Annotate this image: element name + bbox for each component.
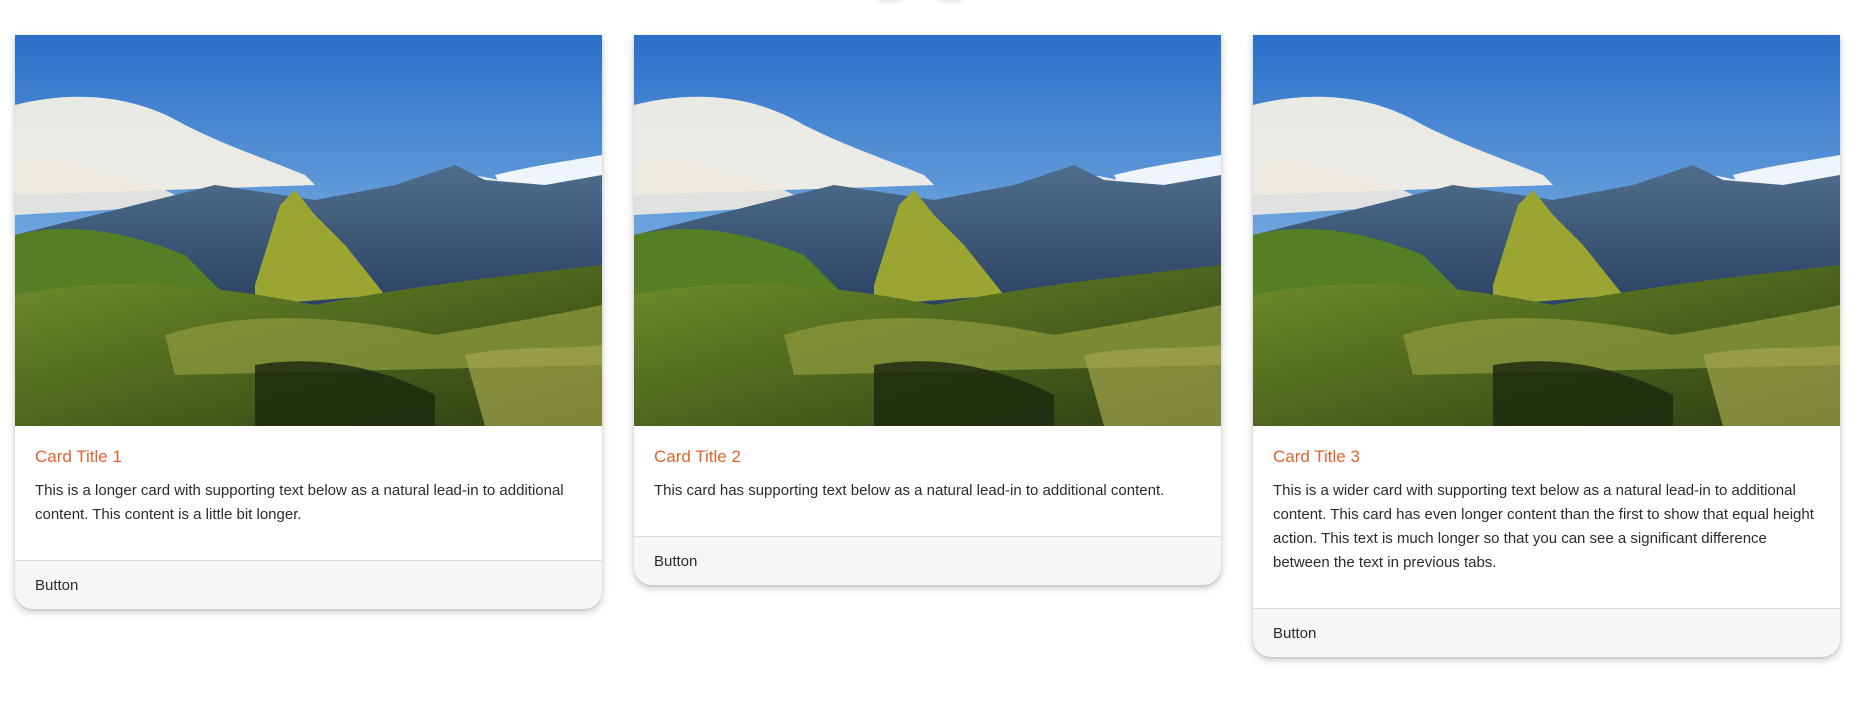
card-text: This card has supporting text below as a… <box>654 482 1165 499</box>
card-body-1: Card Title 1 This is a longer card with … <box>15 426 602 560</box>
card-button-2[interactable]: Button <box>654 553 697 570</box>
card-image-1 <box>15 35 602 426</box>
card-title: Card Title 2 <box>654 447 741 466</box>
card-button-1[interactable]: Button <box>35 577 78 594</box>
card-footer-3: Button <box>1253 608 1840 657</box>
card-3: Card Title 3 This is a wider card with s… <box>1253 35 1840 657</box>
card-image-2 <box>634 35 1221 426</box>
landscape-image <box>634 35 1221 426</box>
card-text: This is a wider card with supporting tex… <box>1273 482 1814 571</box>
card-title: Card Title 1 <box>35 447 122 466</box>
landscape-image <box>1253 35 1840 426</box>
card-2: Card Title 2 This card has supporting te… <box>634 35 1221 585</box>
card-footer-2: Button <box>634 536 1221 585</box>
card-group: Card Title 1 This is a longer card with … <box>15 35 1840 657</box>
card-body-3: Card Title 3 This is a wider card with s… <box>1253 426 1840 608</box>
partial-top-elements <box>870 0 980 2</box>
card-image-3 <box>1253 35 1840 426</box>
card-footer-1: Button <box>15 560 602 609</box>
page: Card Title 1 This is a longer card with … <box>0 0 1860 704</box>
card-button-3[interactable]: Button <box>1273 625 1316 642</box>
card-1: Card Title 1 This is a longer card with … <box>15 35 602 609</box>
card-title: Card Title 3 <box>1273 447 1360 466</box>
landscape-image <box>15 35 602 426</box>
card-text: This is a longer card with supporting te… <box>35 482 564 523</box>
card-body-2: Card Title 2 This card has supporting te… <box>634 426 1221 536</box>
